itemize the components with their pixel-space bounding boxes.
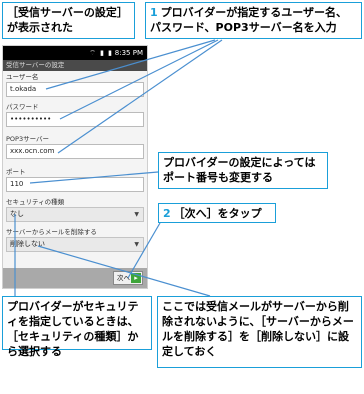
leader-delete: [37, 245, 211, 297]
leader-port: [29, 171, 159, 184]
leader-step1-password: [59, 39, 219, 120]
leader-step1-server: [57, 39, 223, 154]
leader-step2: [127, 222, 161, 279]
leader-lines: [14, 39, 223, 297]
leader-step1-username: [45, 39, 216, 90]
